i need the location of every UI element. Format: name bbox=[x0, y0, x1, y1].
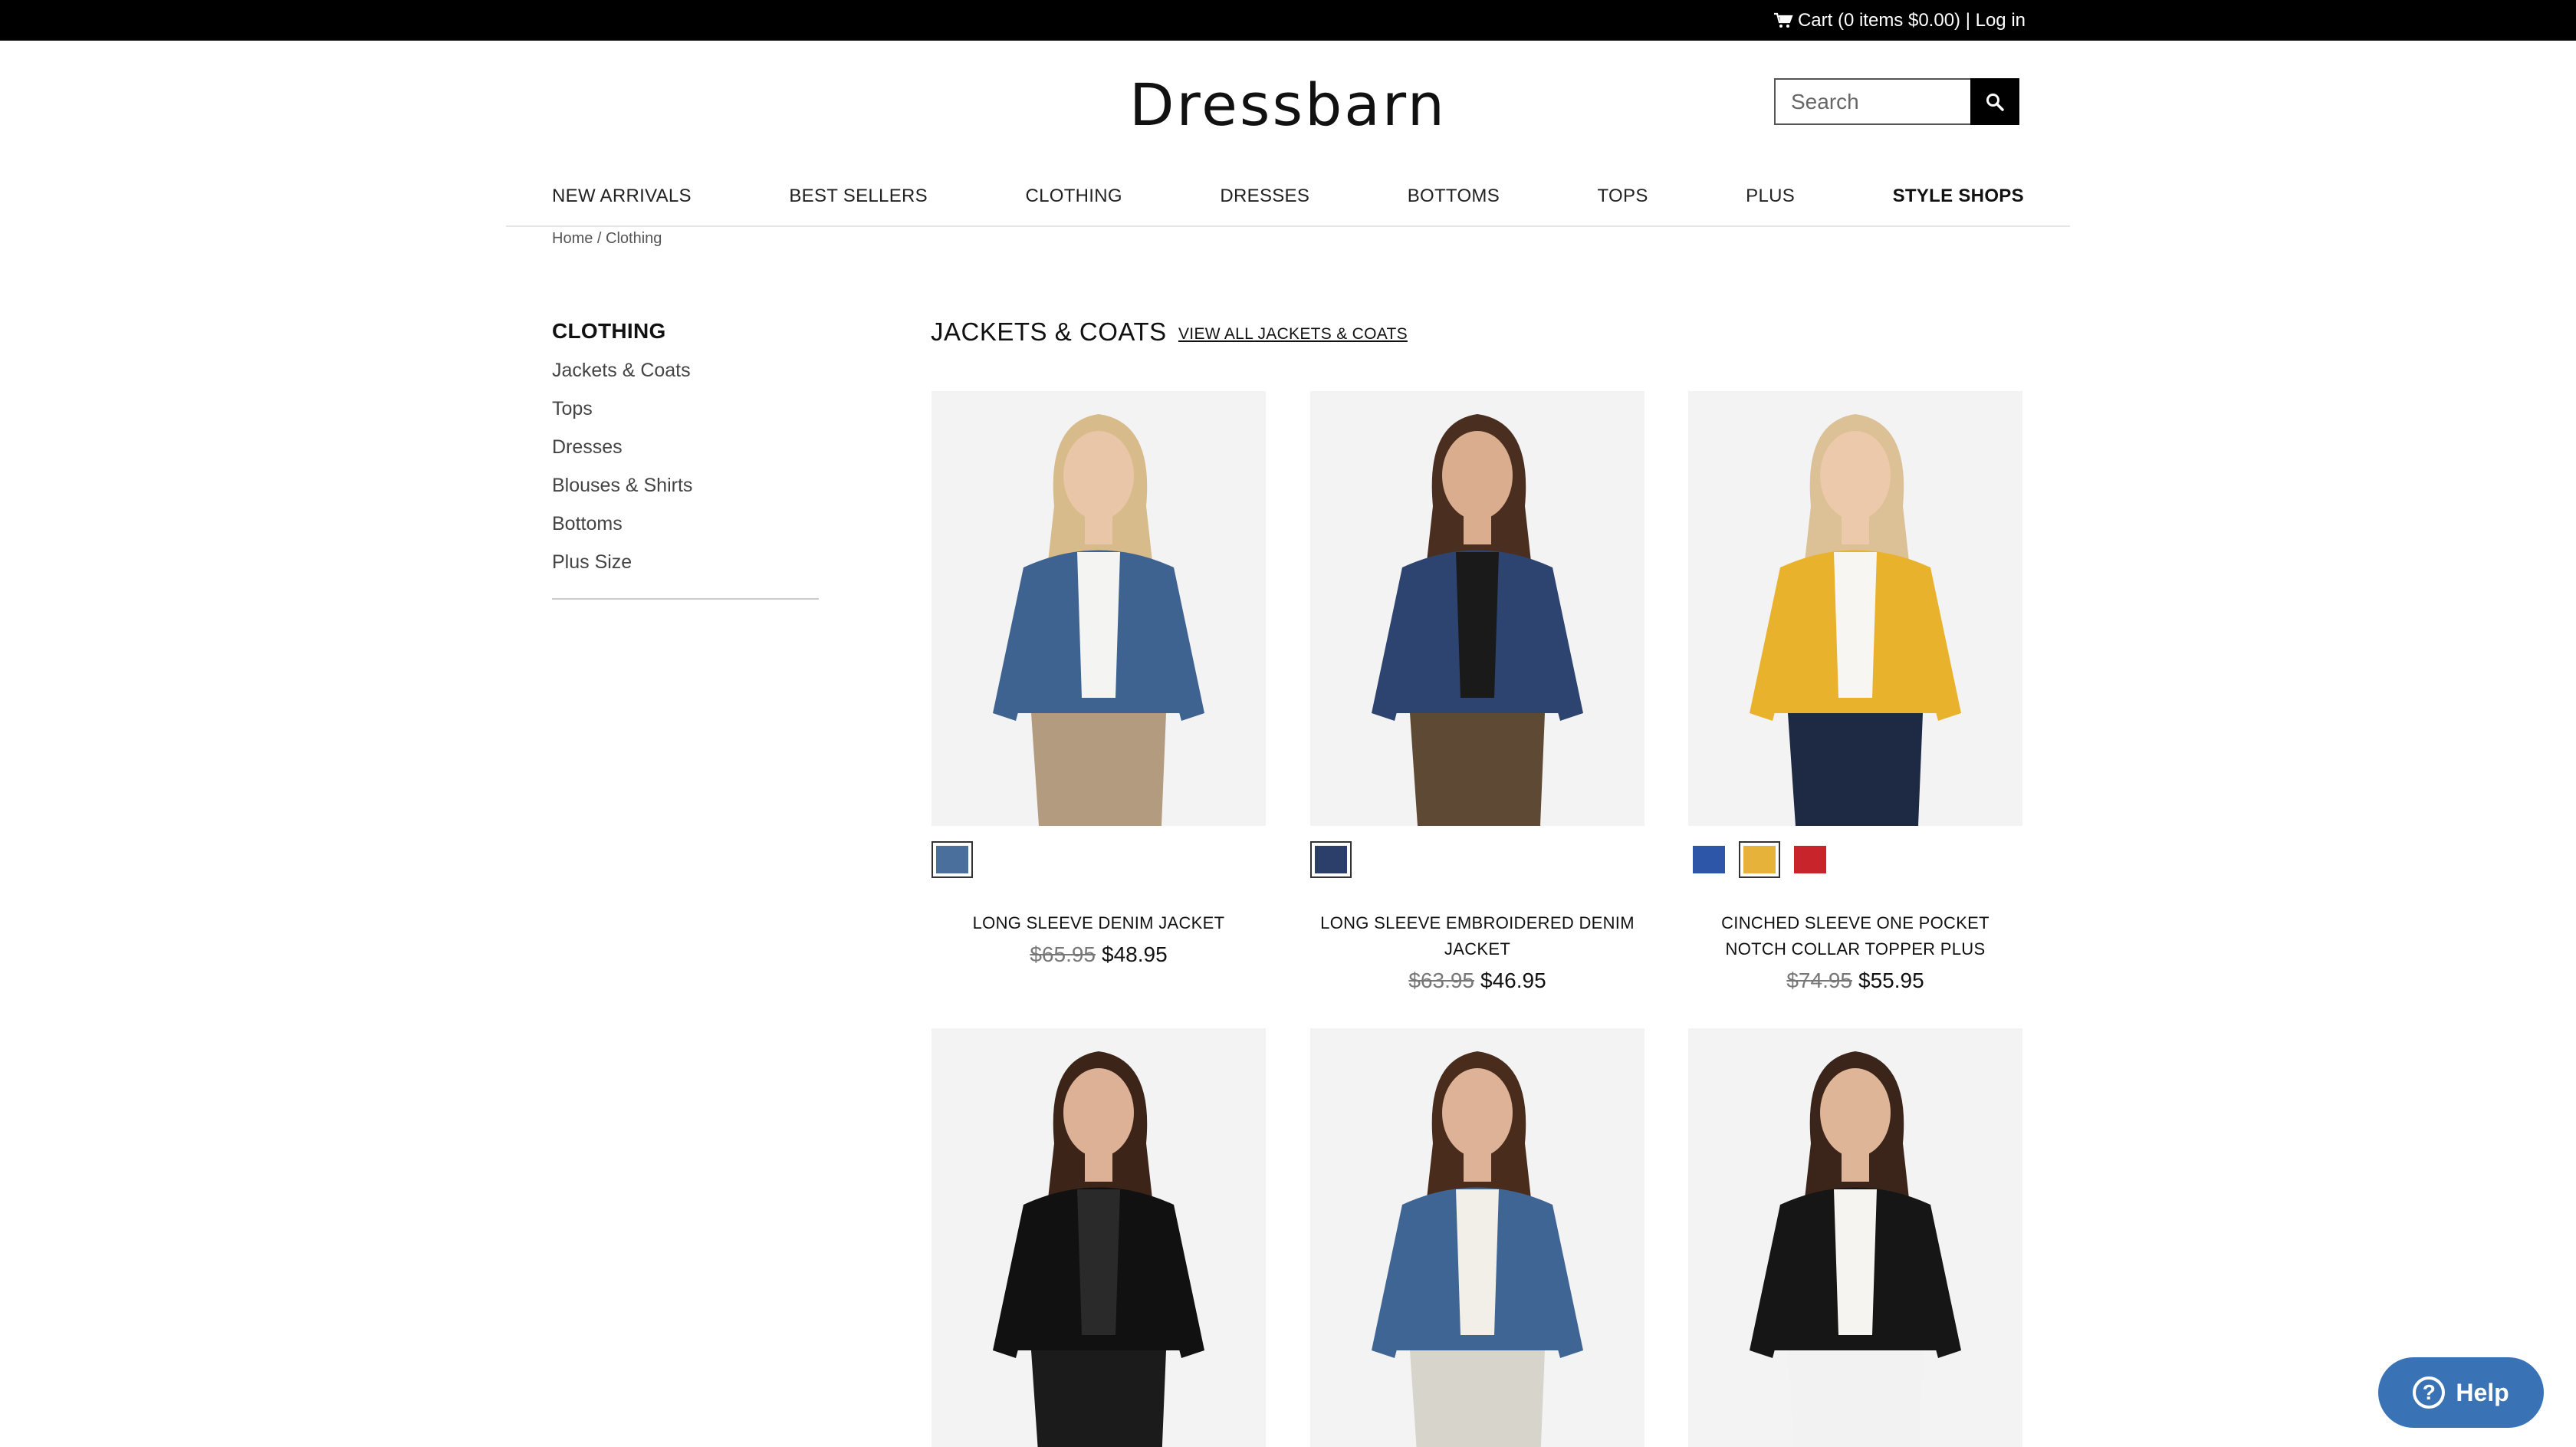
original-price: $74.95 bbox=[1786, 969, 1852, 992]
topbar-separator: | bbox=[1960, 9, 1976, 31]
color-swatch[interactable] bbox=[1310, 841, 1352, 878]
product-image[interactable] bbox=[932, 391, 1266, 826]
sidebar-item-tops[interactable]: Tops bbox=[552, 390, 819, 428]
product-image[interactable] bbox=[932, 1028, 1266, 1447]
product-name[interactable]: CINCHED SLEEVE ONE POCKET NOTCH COLLAR T… bbox=[1688, 910, 2022, 962]
sidebar-item-dresses[interactable]: Dresses bbox=[552, 428, 819, 466]
search-form bbox=[1774, 78, 2019, 125]
color-swatch[interactable] bbox=[1739, 841, 1780, 878]
sidebar-list: Jackets & Coats Tops Dresses Blouses & S… bbox=[552, 351, 819, 581]
nav-style-shops[interactable]: STYLE SHOPS bbox=[1893, 186, 2024, 207]
color-swatches bbox=[1688, 841, 2022, 880]
sidebar-item-bottoms[interactable]: Bottoms bbox=[552, 505, 819, 543]
nav-divider bbox=[506, 225, 2070, 227]
view-all-link[interactable]: VIEW ALL JACKETS & COATS bbox=[1178, 325, 1408, 344]
nav-dresses[interactable]: DRESSES bbox=[1220, 186, 1309, 207]
site-logo[interactable]: Dressbarn bbox=[0, 71, 2576, 139]
nav-bottoms[interactable]: BOTTOMS bbox=[1408, 186, 1500, 207]
sidebar-title: CLOTHING bbox=[552, 319, 666, 343]
account-links: Cart (0 items $0.00) | Log in bbox=[1773, 0, 2026, 41]
sale-price: $55.95 bbox=[1858, 969, 1924, 992]
help-button[interactable]: ? Help bbox=[2378, 1357, 2544, 1428]
product-name[interactable]: LONG SLEEVE DENIM JACKET bbox=[932, 910, 1266, 936]
section-title: JACKETS & COATS bbox=[931, 317, 1167, 346]
original-price: $65.95 bbox=[1030, 942, 1096, 966]
search-button[interactable] bbox=[1970, 78, 2019, 125]
product-image[interactable] bbox=[1310, 1028, 1644, 1447]
breadcrumb-home[interactable]: Home bbox=[552, 230, 593, 247]
swatch-fill bbox=[1743, 846, 1776, 873]
product-image[interactable] bbox=[1310, 391, 1644, 826]
color-swatches bbox=[932, 841, 1266, 880]
product-card[interactable]: CINCHED SLEEVE ONE POCKET NOTCH COLLAR T… bbox=[1688, 391, 2022, 993]
login-link[interactable]: Log in bbox=[1976, 10, 2026, 31]
swatch-fill bbox=[1315, 846, 1347, 873]
sale-price: $48.95 bbox=[1102, 942, 1168, 966]
swatch-fill bbox=[1693, 846, 1725, 873]
nav-plus[interactable]: PLUS bbox=[1746, 186, 1795, 207]
product-card[interactable] bbox=[1688, 1028, 2022, 1447]
sidebar-item-jackets-coats[interactable]: Jackets & Coats bbox=[552, 351, 819, 390]
color-swatch[interactable] bbox=[1688, 841, 1730, 878]
product-image[interactable] bbox=[1688, 391, 2022, 826]
color-swatch[interactable] bbox=[932, 841, 973, 878]
cart-icon[interactable] bbox=[1773, 12, 1793, 29]
breadcrumb: Home / Clothing bbox=[552, 230, 662, 248]
breadcrumb-separator: / bbox=[593, 230, 606, 247]
product-card[interactable] bbox=[932, 1028, 1266, 1447]
sidebar-item-plus-size[interactable]: Plus Size bbox=[552, 543, 819, 581]
product-price: $63.95 $46.95 bbox=[1310, 969, 1644, 993]
product-name[interactable]: LONG SLEEVE EMBROIDERED DENIM JACKET bbox=[1310, 910, 1644, 962]
color-swatches bbox=[1310, 841, 1644, 880]
color-swatch[interactable] bbox=[1789, 841, 1831, 878]
product-card[interactable] bbox=[1310, 1028, 1644, 1447]
original-price: $63.95 bbox=[1408, 969, 1474, 992]
product-image[interactable] bbox=[1688, 1028, 2022, 1447]
search-input[interactable] bbox=[1774, 78, 1970, 125]
help-label: Help bbox=[2456, 1378, 2509, 1406]
breadcrumb-current[interactable]: Clothing bbox=[606, 230, 662, 247]
product-price: $65.95 $48.95 bbox=[932, 942, 1266, 967]
sale-price: $46.95 bbox=[1480, 969, 1546, 992]
help-icon: ? bbox=[2413, 1376, 2446, 1409]
nav-clothing[interactable]: CLOTHING bbox=[1025, 186, 1122, 207]
cart-link[interactable]: Cart (0 items $0.00) bbox=[1798, 10, 1960, 31]
product-price: $74.95 $55.95 bbox=[1688, 969, 2022, 993]
nav-new-arrivals[interactable]: NEW ARRIVALS bbox=[552, 186, 692, 207]
swatch-fill bbox=[1794, 846, 1826, 873]
sidebar-divider bbox=[552, 598, 819, 600]
nav-best-sellers[interactable]: BEST SELLERS bbox=[789, 186, 928, 207]
main-nav: NEW ARRIVALS BEST SELLERS CLOTHING DRESS… bbox=[552, 172, 2024, 221]
product-card[interactable]: LONG SLEEVE DENIM JACKET $65.95 $48.95 bbox=[932, 391, 1266, 967]
search-icon bbox=[1986, 93, 2004, 111]
sidebar-item-blouses-shirts[interactable]: Blouses & Shirts bbox=[552, 466, 819, 505]
swatch-fill bbox=[936, 846, 968, 873]
nav-tops[interactable]: TOPS bbox=[1598, 186, 1648, 207]
category-sidebar: CLOTHING Jackets & Coats Tops Dresses Bl… bbox=[552, 319, 819, 600]
product-card[interactable]: LONG SLEEVE EMBROIDERED DENIM JACKET $63.… bbox=[1310, 391, 1644, 993]
top-bar: Cart (0 items $0.00) | Log in bbox=[0, 0, 2576, 41]
